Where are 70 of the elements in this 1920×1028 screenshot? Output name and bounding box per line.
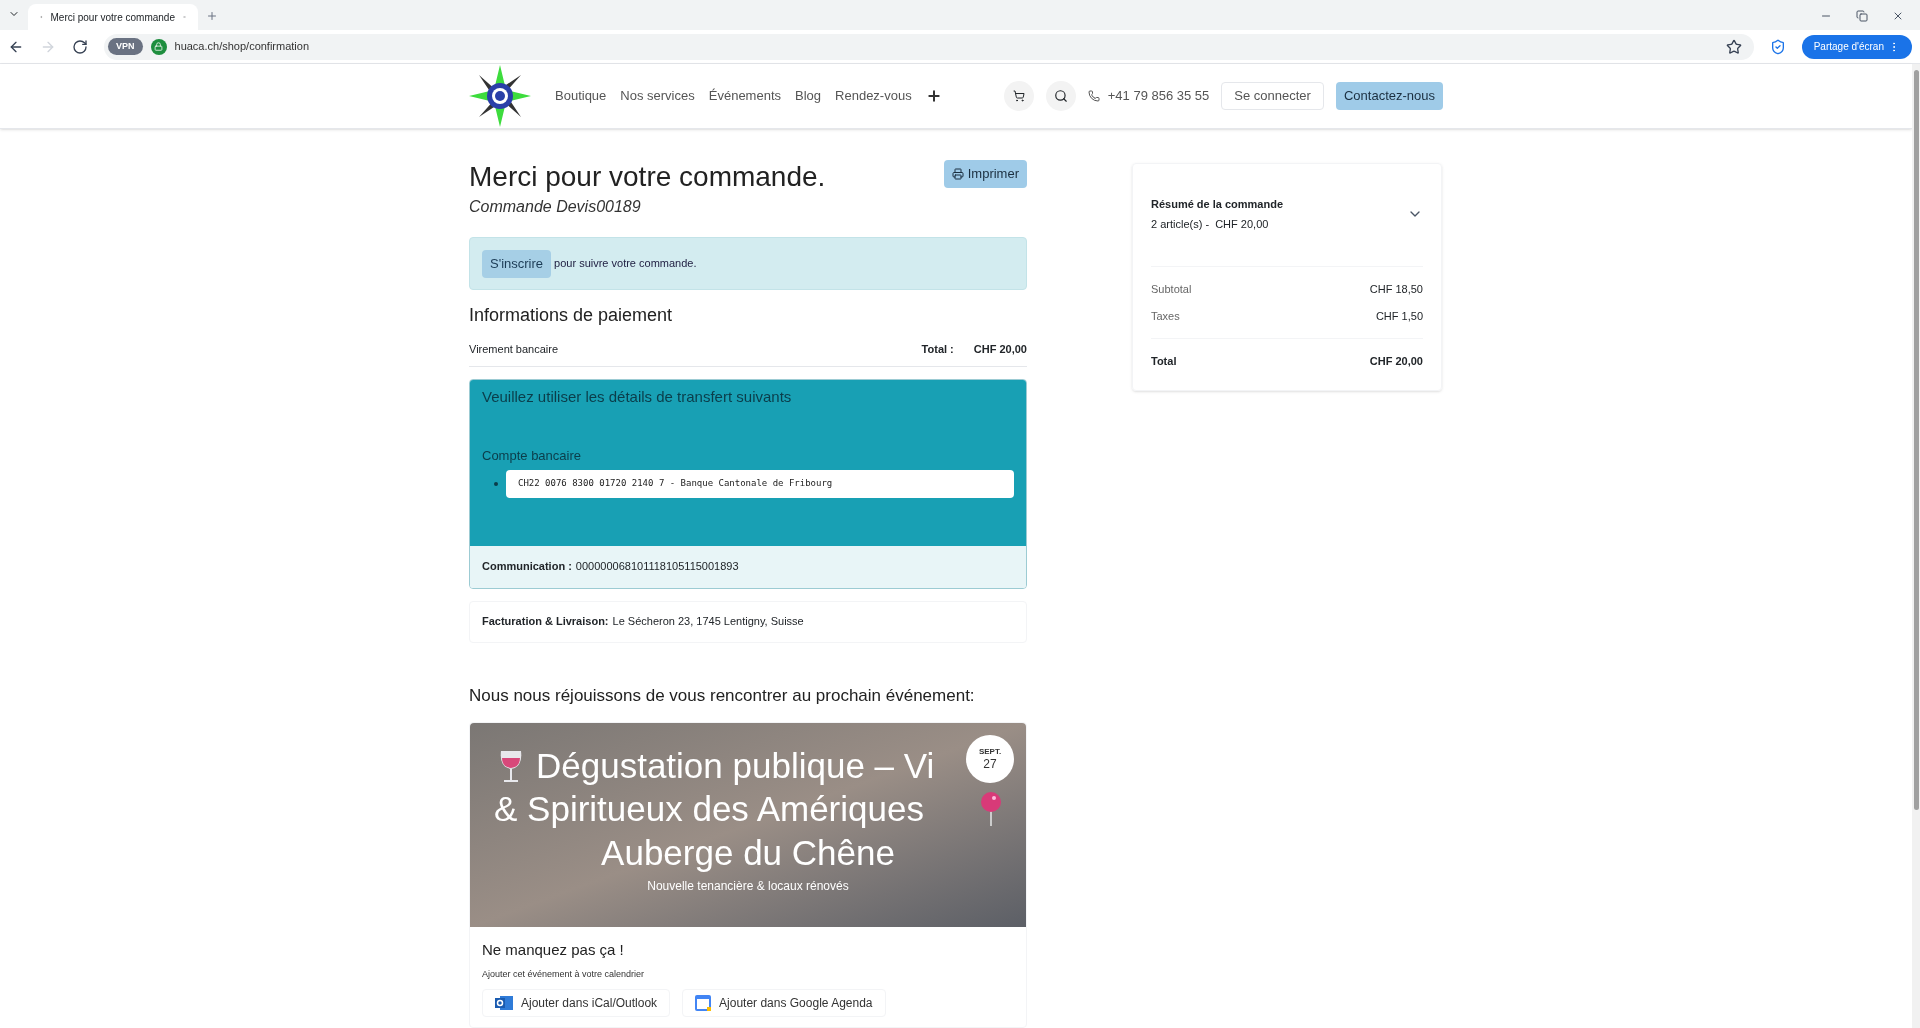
add-calendar-button[interactable]: Ajouter dans iCal/Outlook	[482, 989, 671, 1017]
account-label: Compte bancaire	[482, 447, 582, 465]
phone-icon	[1087, 90, 1100, 102]
printer-icon	[951, 168, 964, 180]
account-number: CH22 0076 8300 01720 2140 7 - Banque Cantonale de Fribourg	[506, 469, 1014, 498]
url-text: huaca.ch/shop/confirmation	[174, 39, 311, 55]
section-heading: Informations de paiement	[469, 304, 674, 327]
page-title: Merci pour votre commande.	[469, 160, 826, 194]
billing-address: Le Sécheron 23, 1745 Lentigny, Suisse	[612, 614, 804, 630]
login-button[interactable]: Se connecter	[1221, 82, 1324, 110]
summary-label: Taxes	[1151, 308, 1180, 324]
date-day: 27	[983, 758, 997, 770]
summary-label: Subtotal	[1151, 282, 1192, 297]
nav-link[interactable]: Blog	[795, 86, 822, 106]
calendar-hint: Ajouter cet événement à votre calendrier	[482, 967, 646, 981]
event-title: Auberge du Chêne	[601, 832, 895, 874]
wine-glass-icon	[498, 749, 524, 783]
phone-number[interactable]: +41 79 856 35 55	[1107, 86, 1210, 106]
transfer-heading: Veuillez utiliser les détails de transfert suivants	[482, 386, 793, 407]
search-button[interactable]	[1045, 81, 1076, 111]
nav-link[interactable]: Nos services	[620, 86, 695, 106]
summary-total-value: CHF 20,00	[1369, 354, 1423, 369]
share-screen-button[interactable]: Partage d'écran	[1801, 34, 1912, 59]
new-tab-icon[interactable]	[206, 10, 218, 22]
reload-icon[interactable]	[72, 38, 88, 55]
pin-icon	[980, 792, 1002, 826]
cart-button[interactable]	[1003, 81, 1034, 111]
date-month: SEPT.	[978, 748, 1002, 756]
search-icon	[1053, 89, 1068, 103]
communication-value: 000000068101118105115001893	[575, 559, 739, 575]
total-label: Total :	[921, 342, 954, 357]
nav-link[interactable]: Événements	[708, 86, 781, 106]
event-cta: Ne manquez pas ça !	[482, 940, 625, 960]
event-title: Dégustation publique – Vi	[536, 745, 935, 787]
summary-value: CHF 18,50	[1369, 282, 1423, 297]
event-heading: Nous nous réjouissons de vous rencontrer au prochain événement:	[469, 684, 976, 707]
address-bar[interactable]: VPN huaca.ch/shop/confirmation	[104, 33, 1754, 60]
shield-icon[interactable]	[1769, 38, 1786, 55]
add-calendar-button[interactable]: Ajouter dans Google Agenda	[682, 989, 886, 1017]
nav-link[interactable]: Rendez-vous	[835, 86, 912, 106]
plus-icon[interactable]	[925, 88, 942, 104]
close-window-icon[interactable]	[1892, 10, 1904, 22]
nav-link[interactable]: Boutique	[555, 86, 607, 106]
cart-icon	[1012, 90, 1025, 102]
restore-icon[interactable]	[1856, 10, 1868, 22]
bookmark-icon[interactable]	[1725, 38, 1742, 55]
calendar-icon	[695, 995, 712, 1011]
calendar-app-icon	[495, 995, 513, 1011]
signup-text: pour suivre votre commande.	[554, 256, 697, 272]
logo-icon[interactable]	[469, 65, 531, 127]
summary-title: Résumé de la commande	[1151, 197, 1285, 212]
summary-items: 2 article(s) - CHF 20,00	[1151, 216, 1270, 232]
event-banner[interactable]: Dégustation publique – Vi & Spiritueux des Amériques Auberge du Chêne Nouvelle tenancière & locaux rénovés SEPT. 27	[470, 723, 1026, 927]
vpn-badge[interactable]: VPN	[108, 37, 143, 56]
signup-button[interactable]: S'inscrire	[482, 249, 552, 278]
payment-method: Virement bancaire	[469, 342, 560, 357]
bullet-icon	[494, 481, 498, 486]
event-subtitle: Nouvelle tenancière & locaux rénovés	[647, 878, 849, 895]
print-button[interactable]: Imprimer	[943, 160, 1027, 188]
order-number: Commande Devis00189	[469, 197, 642, 217]
browser-tab[interactable]: Merci pour votre commande	[28, 4, 198, 30]
event-title: & Spiritueux des Amériques	[494, 788, 924, 830]
total-value: CHF 20,00	[973, 342, 1027, 357]
lock-icon	[150, 38, 167, 55]
scrollbar[interactable]	[1912, 64, 1920, 1028]
contact-button[interactable]: Contactez-nous	[1335, 82, 1443, 110]
billing-label: Facturation & Livraison:	[482, 614, 609, 630]
summary-value: CHF 1,50	[1375, 308, 1423, 324]
summary-total-label: Total	[1151, 354, 1177, 369]
communication-label: Communication :	[482, 559, 572, 575]
